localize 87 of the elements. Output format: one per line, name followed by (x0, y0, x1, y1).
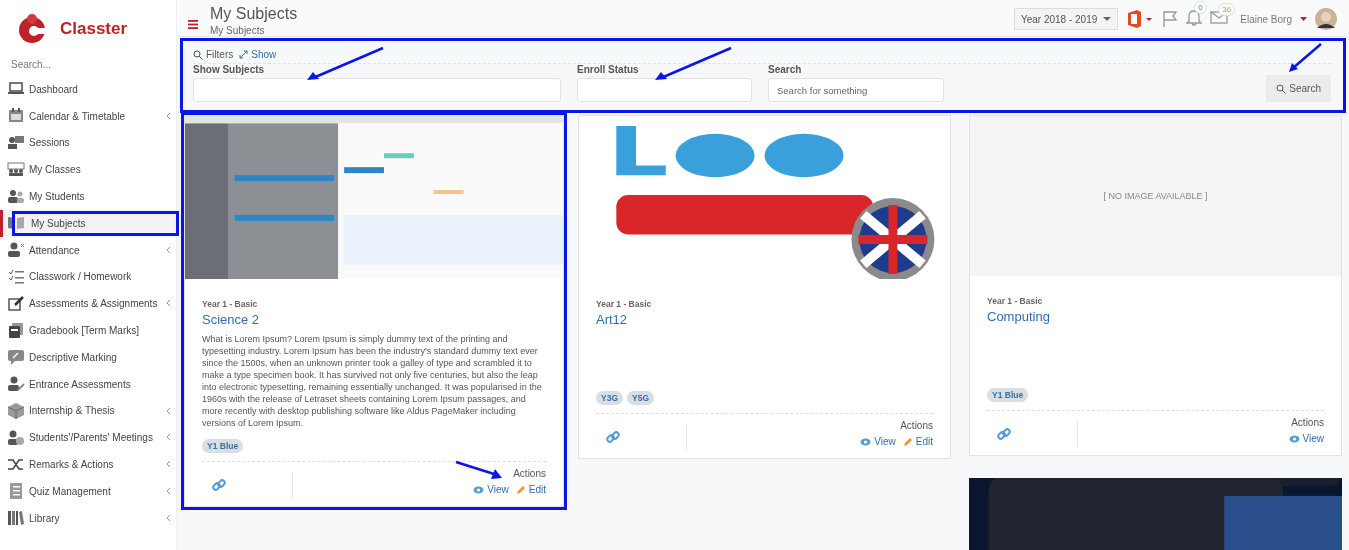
sidebar-item[interactable]: Assessments & Assignments (0, 290, 176, 318)
link-icon[interactable] (997, 427, 1011, 441)
users-icon (7, 187, 25, 206)
eye-icon (473, 485, 485, 494)
pencil-icon (7, 294, 25, 313)
books-icon (7, 509, 25, 528)
input-field[interactable]: Search for something (768, 78, 944, 102)
speech-bubble-icon (7, 348, 25, 367)
sidebar-item[interactable]: Calendar & Timetable (0, 102, 176, 130)
pencil-icon (902, 436, 913, 447)
class-tag: Y3G (596, 391, 623, 405)
sidebar-item[interactable]: Sessions (0, 129, 176, 157)
group-icon (7, 160, 25, 179)
sidebar-item[interactable]: My Classes (0, 156, 176, 184)
notification-badge: 0 (1194, 1, 1207, 14)
user-name[interactable]: Elaine Borg (1240, 13, 1292, 25)
actions-label: Actions (1291, 417, 1324, 428)
presentation-icon (7, 134, 25, 152)
avatar[interactable] (1315, 8, 1337, 30)
eye-icon (860, 437, 872, 446)
brand-name: Classter (60, 19, 128, 39)
expand-icon (239, 50, 249, 59)
show-link[interactable]: Show (239, 49, 277, 60)
eye-icon (1288, 434, 1300, 443)
search-icon (1276, 83, 1287, 94)
actions-label: Actions (900, 420, 933, 431)
subject-title[interactable]: Science 2 (202, 312, 546, 327)
subject-description: What is Lorem Ipsum? Lorem Ipsum is simply dummy text of the printing and typesetting industry. Lorem Ipsum has been the industry's standard dummy text ever since the 1500s, when an unknown printer took a galley of type and scrambled it to make a type specimen book. It has survived not only five centuries, but also the leap into electronic typesetting, remaining essentially unchanged. It was popularised in the 1960s with the release of Letraset sheets containing Lorem Ipsum passages, and more recently with desktop publishing software like Aldus PageMaker including versions of Lorem Ipsum. (202, 333, 543, 429)
no-image-text: [ NO IMAGE AVAILABLE ] (1103, 191, 1208, 201)
sidebar-item[interactable]: Descriptive Marking (0, 343, 176, 371)
field-label: Search (768, 64, 803, 75)
caret-icon (1103, 17, 1112, 21)
caret-icon[interactable] (1300, 17, 1307, 21)
subject-level: Year 1 - Basic (987, 296, 1044, 306)
class-tag: Y5G (627, 391, 655, 405)
edit-link[interactable]: Edit (902, 436, 933, 447)
class-tag: Y1 Blue (202, 439, 244, 453)
user-pencil-icon (7, 375, 25, 394)
checklist-icon (7, 267, 25, 286)
link-icon[interactable] (606, 430, 620, 444)
search-button[interactable]: Search (1266, 75, 1331, 102)
view-link[interactable]: View (473, 484, 509, 495)
list-icon (7, 482, 25, 501)
bell-icon[interactable] (1186, 8, 1203, 26)
pencil-icon (515, 484, 526, 495)
envelope-icon[interactable] (1210, 10, 1229, 24)
cube-icon (7, 401, 25, 420)
page-title: My Subjects (210, 5, 298, 23)
search-icon (193, 49, 203, 60)
flag-icon[interactable] (1162, 10, 1179, 28)
office-icon[interactable] (1126, 9, 1155, 29)
input-field[interactable] (193, 78, 561, 102)
sidebar-item[interactable]: Quiz Management (0, 477, 176, 505)
subject-level: Year 1 - Basic (596, 299, 653, 309)
search-field[interactable]: Search... (11, 59, 161, 70)
sidebar-item[interactable]: Attendance (0, 236, 176, 264)
sidebar-item[interactable]: My Subjects (0, 210, 176, 237)
sidebar-item[interactable]: My Students (0, 183, 176, 210)
logo-icon (16, 13, 48, 45)
subject-title[interactable]: Computing (987, 309, 1324, 324)
message-badge: 36 (1218, 3, 1236, 16)
sidebar-item[interactable]: Library (0, 504, 176, 532)
menu-icon[interactable] (188, 20, 198, 29)
filters-title: Filters (193, 49, 234, 60)
user-icon (7, 241, 25, 260)
sidebar-item[interactable]: Students'/Parents' Meetings (0, 424, 176, 452)
class-tag: Y1 Blue (987, 388, 1029, 402)
breadcrumb[interactable]: My Subjects (210, 25, 298, 36)
view-link[interactable]: View (860, 436, 896, 447)
input-field[interactable] (577, 78, 752, 102)
year-select[interactable]: Year 2018 - 2019 (1013, 8, 1119, 30)
sidebar-item[interactable]: Dashboard (0, 76, 176, 103)
link-icon[interactable] (212, 478, 226, 492)
edit-link[interactable]: Edit (515, 484, 546, 495)
gradebook-icon (7, 321, 25, 340)
sidebar-item[interactable]: Entrance Assessments (0, 370, 176, 398)
user-clock-icon (7, 428, 25, 447)
sidebar-item[interactable]: Classwork / Homework (0, 263, 176, 291)
sidebar-item[interactable]: Gradebook [Term Marks] (0, 317, 176, 344)
view-link[interactable]: View (1288, 433, 1324, 444)
field-label: Enroll Status (577, 64, 640, 75)
actions-label: Actions (513, 468, 546, 479)
subject-level: Year 1 - Basic (202, 299, 259, 309)
sidebar-item[interactable]: Internship & Thesis (0, 397, 176, 425)
subject-title[interactable]: Art12 (596, 312, 933, 327)
sidebar-item[interactable]: Remarks & Actions (0, 451, 176, 478)
field-label: Show Subjects (193, 64, 266, 75)
